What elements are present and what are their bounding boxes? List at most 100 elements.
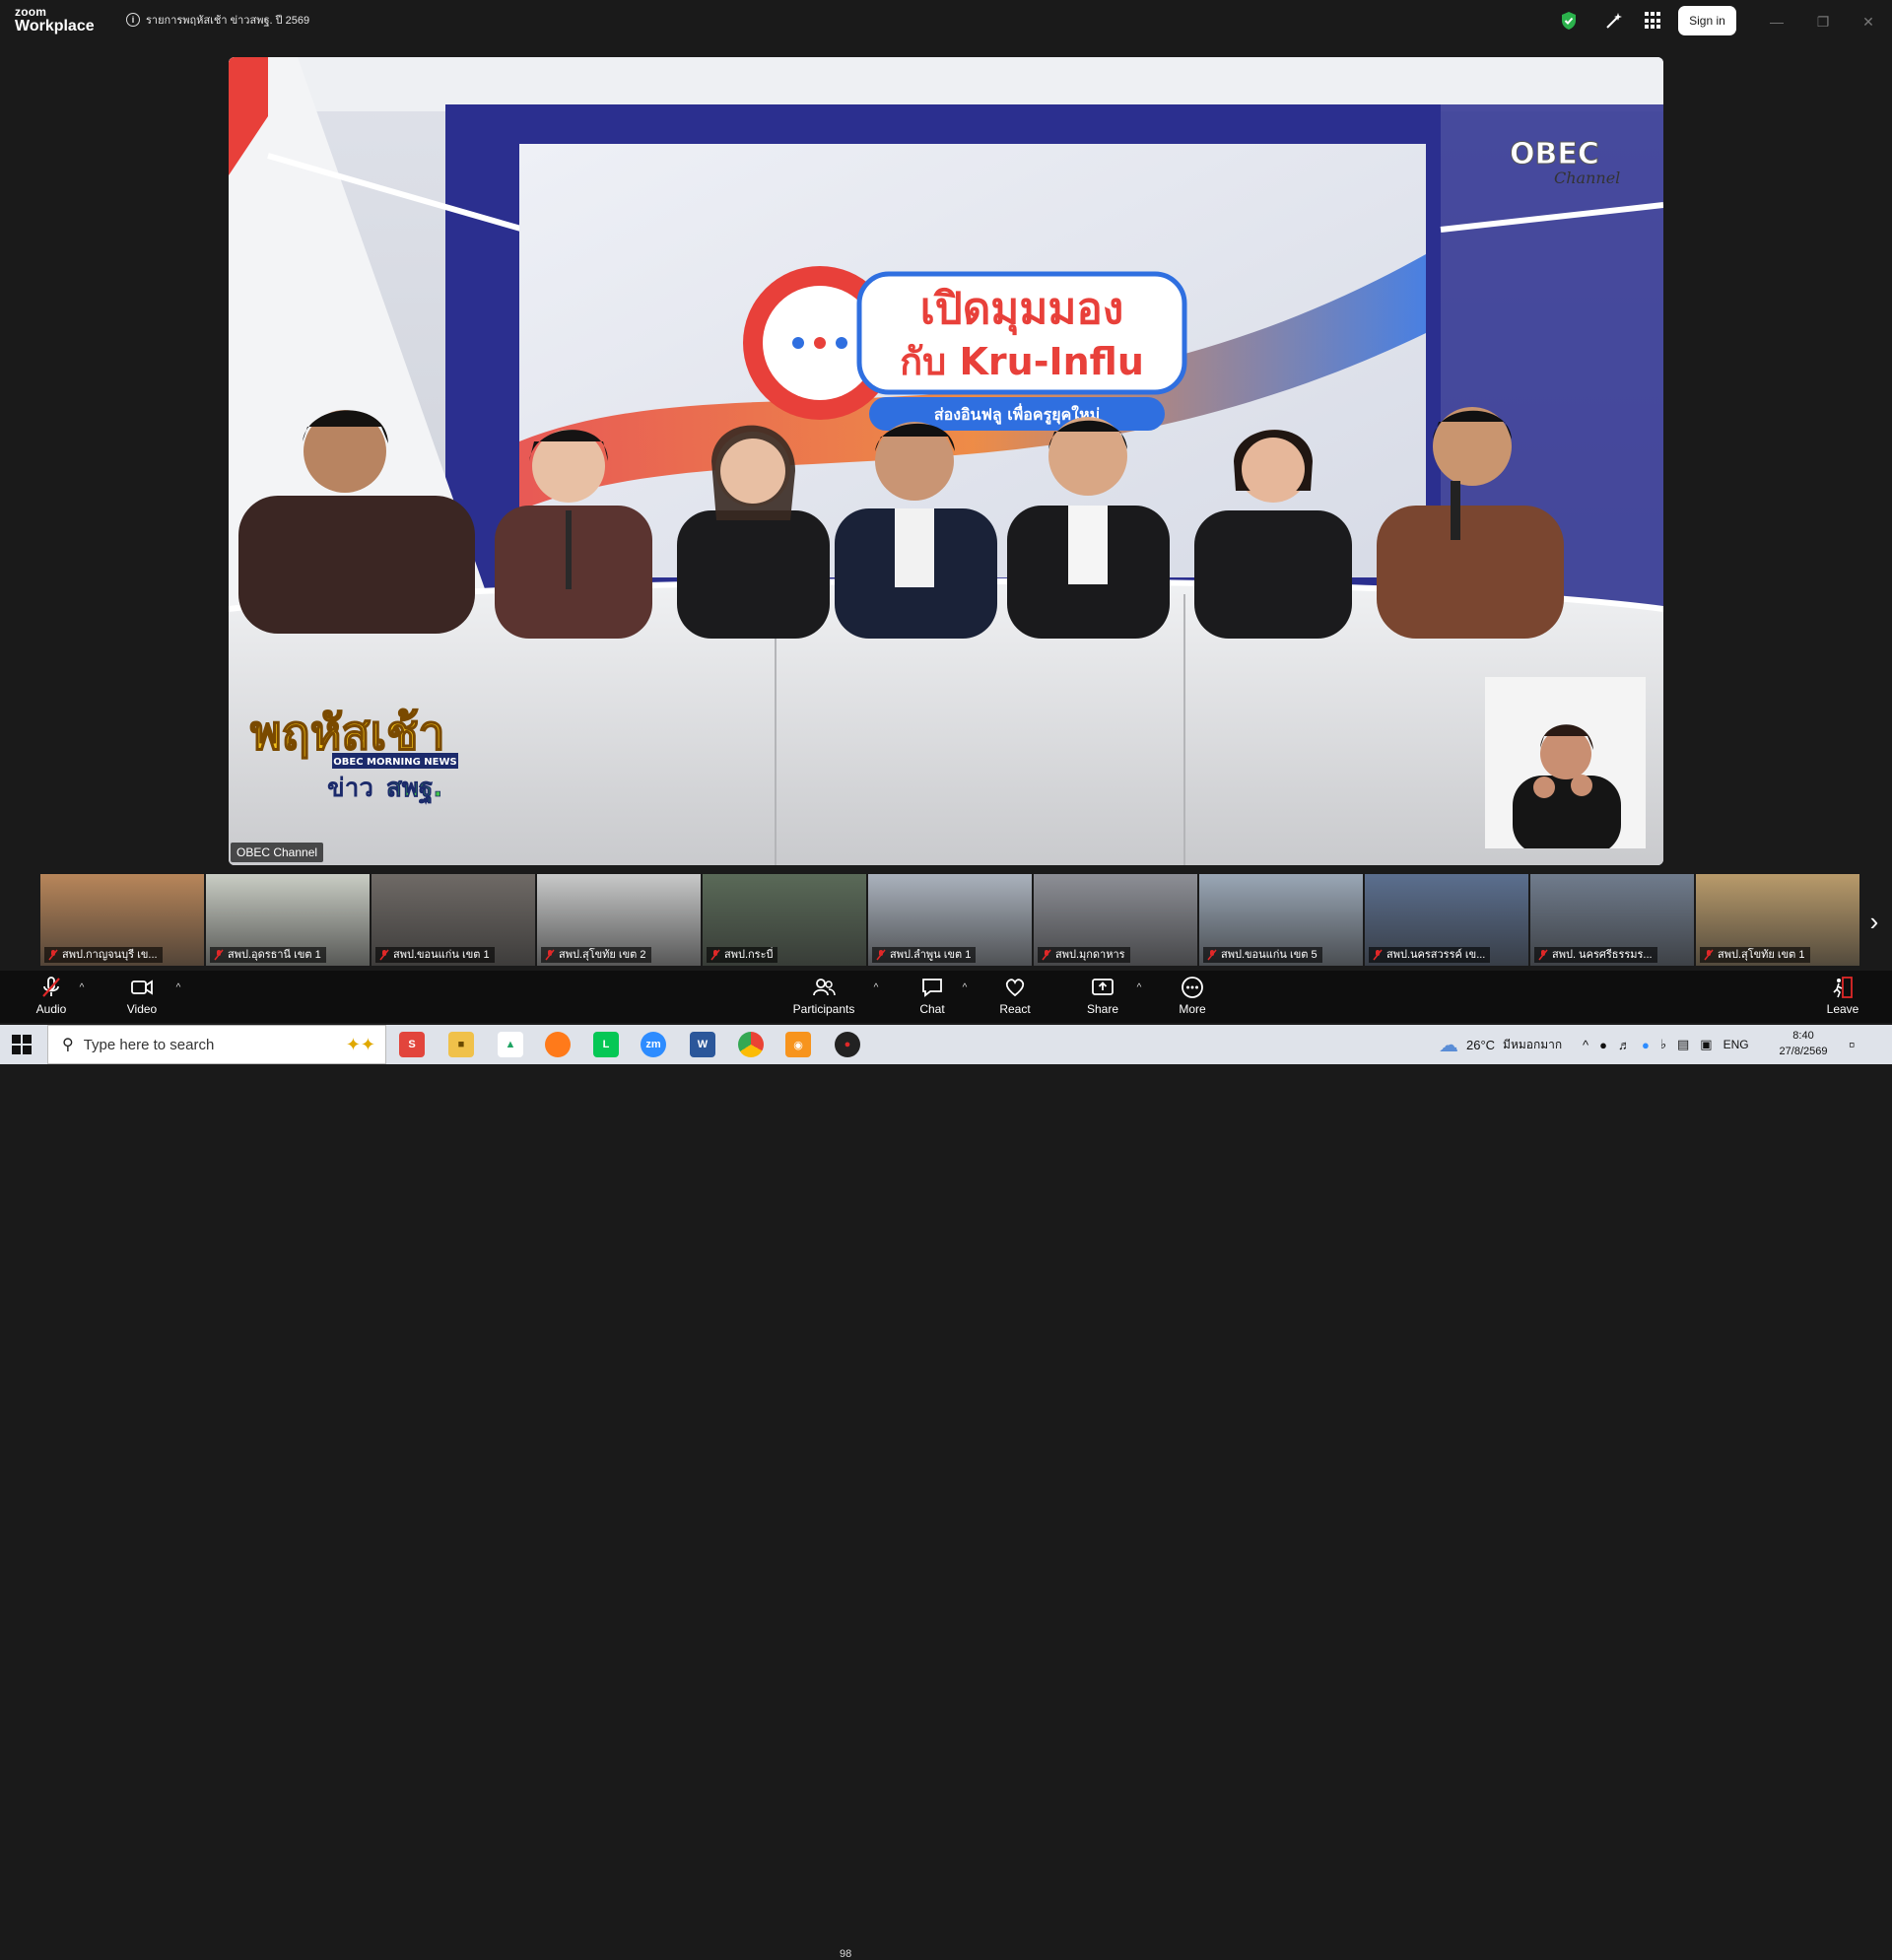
gallery-tile[interactable]: สพป.ขอนแก่น เขต 5: [1199, 874, 1363, 966]
channel-logo-top: OBEC: [1510, 137, 1599, 171]
tray-expand-icon[interactable]: ^: [1583, 1038, 1588, 1052]
logo-bottom-text: Workplace: [15, 18, 95, 34]
zoom-workplace-logo: zoom Workplace: [15, 6, 95, 34]
leave-button[interactable]: Leave: [1805, 975, 1880, 1020]
close-icon[interactable]: ✕: [1858, 12, 1878, 32]
leave-door-icon: [1833, 977, 1853, 998]
taskbar-google-drive-icon[interactable]: ▲: [498, 1032, 523, 1057]
logo-top-text: zoom: [15, 5, 47, 19]
studio-title-line1: เปิดมุมมอง: [920, 284, 1123, 336]
gallery-tile[interactable]: สพป.อุดรธานี เขต 1: [206, 874, 370, 966]
taskbar-app-s-icon[interactable]: S: [399, 1032, 425, 1057]
gallery-tile[interactable]: สพป.สุโขทัย เขต 1: [1696, 874, 1859, 966]
muted-mic-icon: [1042, 949, 1051, 961]
video-options-caret-icon[interactable]: ^: [172, 982, 184, 994]
audio-button[interactable]: Audio: [14, 975, 89, 1020]
meeting-title: รายการพฤหัสเช้า ข่าวสพฐ. ปี 2569: [146, 15, 310, 27]
tray-display-icon[interactable]: ▣: [1700, 1037, 1712, 1052]
taskbar-zoom-icon[interactable]: zm: [641, 1032, 666, 1057]
gallery-tile[interactable]: สพป.ขอนแก่น เขต 1: [372, 874, 535, 966]
taskbar-firefox-icon[interactable]: [545, 1032, 571, 1057]
participants-options-caret-icon[interactable]: ^: [870, 982, 882, 994]
muted-mic-icon: [1207, 949, 1217, 961]
taskbar-word-icon[interactable]: W: [690, 1032, 715, 1057]
tray-network-icon[interactable]: ▤: [1677, 1037, 1689, 1052]
mic-muted-icon: [42, 977, 60, 997]
gallery-tile-name: สพป.กาญจนบุรี เข...: [44, 947, 163, 963]
weather-temp: 26°C: [1466, 1037, 1496, 1052]
share-label: Share: [1086, 1002, 1119, 1016]
gallery-tile-name: สพป.อุดรธานี เขต 1: [210, 947, 326, 963]
show-logo-main: พฤหัสเช้า: [250, 706, 445, 761]
gallery-tile-name: สพป.สุโขทัย เขต 1: [1700, 947, 1810, 963]
gallery-next-icon[interactable]: ›: [1864, 907, 1884, 936]
restore-icon[interactable]: ❐: [1813, 12, 1833, 32]
chat-options-caret-icon[interactable]: ^: [959, 982, 971, 994]
gallery-strip[interactable]: สพป.กาญจนบุรี เข... สพป.อุดรธานี เขต 1 สพป…: [40, 874, 1859, 966]
taskbar-app-record-icon[interactable]: ●: [835, 1032, 860, 1057]
muted-mic-icon: [214, 949, 224, 961]
gallery-tile-name: สพป. นครศรีธรรมร...: [1534, 947, 1657, 963]
chat-button[interactable]: Chat: [895, 975, 970, 1020]
windows-start-icon[interactable]: [12, 1035, 32, 1054]
gallery-tile[interactable]: สพป.ลำพูน เขต 1: [868, 874, 1032, 966]
audio-label: Audio: [35, 1002, 67, 1016]
tray-speaker-icon[interactable]: ♭: [1660, 1037, 1666, 1052]
share-button[interactable]: Share: [1065, 975, 1140, 1020]
muted-mic-icon: [1373, 949, 1383, 961]
gallery-tile[interactable]: สพป.สุโขทัย เขต 2: [537, 874, 701, 966]
gallery-tile[interactable]: สพป.กาญจนบุรี เข...: [40, 874, 204, 966]
audio-options-caret-icon[interactable]: ^: [76, 982, 88, 994]
muted-mic-icon: [545, 949, 555, 961]
taskbar-chrome-icon[interactable]: [738, 1032, 764, 1057]
gallery-tile-name: สพป.ลำพูน เขต 1: [872, 947, 977, 963]
sign-in-button[interactable]: Sign in: [1678, 6, 1736, 35]
meeting-info[interactable]: i รายการพฤหัสเช้า ข่าวสพฐ. ปี 2569: [126, 10, 309, 30]
taskbar-file-explorer-icon[interactable]: ■: [448, 1032, 474, 1057]
share-options-caret-icon[interactable]: ^: [1133, 982, 1145, 994]
gallery-tile[interactable]: สพป. นครศรีธรรมร...: [1530, 874, 1694, 966]
magic-wand-icon[interactable]: [1604, 11, 1624, 31]
chat-bubble-icon: [922, 979, 942, 997]
muted-mic-icon: [379, 949, 389, 961]
tray-mic-icon[interactable]: ●: [1599, 1038, 1607, 1052]
gallery-tile[interactable]: สพป.กระบี่: [703, 874, 866, 966]
gallery-tile[interactable]: สพป.มุกดาหาร: [1034, 874, 1197, 966]
taskbar-app-orange-icon[interactable]: ◉: [785, 1032, 811, 1057]
notification-icon[interactable]: ▫: [1849, 1035, 1855, 1055]
shield-icon[interactable]: [1560, 11, 1578, 31]
participants-label: Participants: [792, 1002, 855, 1016]
weather-widget[interactable]: ☁ 26°C มีหมอกมาก: [1439, 1025, 1562, 1064]
video-button[interactable]: Video: [104, 975, 179, 1020]
more-label: More: [1179, 1002, 1206, 1016]
muted-mic-icon: [710, 949, 720, 961]
gallery-tile-name: สพป.มุกดาหาร: [1038, 947, 1130, 963]
show-logo-bottom-a: ข่าว: [327, 774, 373, 803]
taskbar-clock[interactable]: 8:40 27/8/2569: [1774, 1028, 1833, 1059]
tray-language[interactable]: ENG: [1723, 1038, 1749, 1051]
tray-zoom-icon[interactable]: ●: [1642, 1038, 1650, 1052]
minimize-icon[interactable]: —: [1767, 12, 1787, 32]
more-button[interactable]: More: [1155, 975, 1230, 1020]
react-button[interactable]: React: [978, 975, 1052, 1020]
participants-button[interactable]: Participants: [786, 975, 861, 1020]
show-logo-bottom-b: สพฐ.: [386, 774, 442, 805]
chat-label: Chat: [919, 1002, 945, 1016]
weather-description: มีหมอกมาก: [1503, 1037, 1563, 1051]
meeting-toolbar: Audio ^ Video ^ Participants 98 ^ Chat ^…: [0, 971, 1892, 1960]
active-speaker-label: OBEC Channel: [231, 843, 324, 862]
system-tray: ^ ● ♬ ● ♭ ▤ ▣ ENG: [1583, 1025, 1749, 1064]
gallery-tile[interactable]: สพป.นครสวรรค์ เข...: [1365, 874, 1528, 966]
participants-icon: [813, 979, 836, 996]
taskbar-search-input[interactable]: ⚲ Type here to search ✦✦: [47, 1025, 386, 1064]
apps-grid-icon[interactable]: [1645, 12, 1662, 30]
search-placeholder: Type here to search: [83, 1036, 215, 1053]
taskbar-line-icon[interactable]: L: [593, 1032, 619, 1057]
main-video-feed[interactable]: เปิดมุมมอง กับ Kru-Influ ส่องอินฟลู เพื่…: [229, 57, 1663, 865]
sign-language-interpreter-video: [1485, 677, 1646, 848]
leave-label: Leave: [1826, 1002, 1859, 1016]
tray-volume-icon[interactable]: ♬: [1618, 1038, 1631, 1052]
info-icon[interactable]: i: [126, 13, 140, 27]
participants-count: 98: [840, 1948, 852, 1960]
channel-logo-bottom: Channel: [1554, 169, 1620, 187]
